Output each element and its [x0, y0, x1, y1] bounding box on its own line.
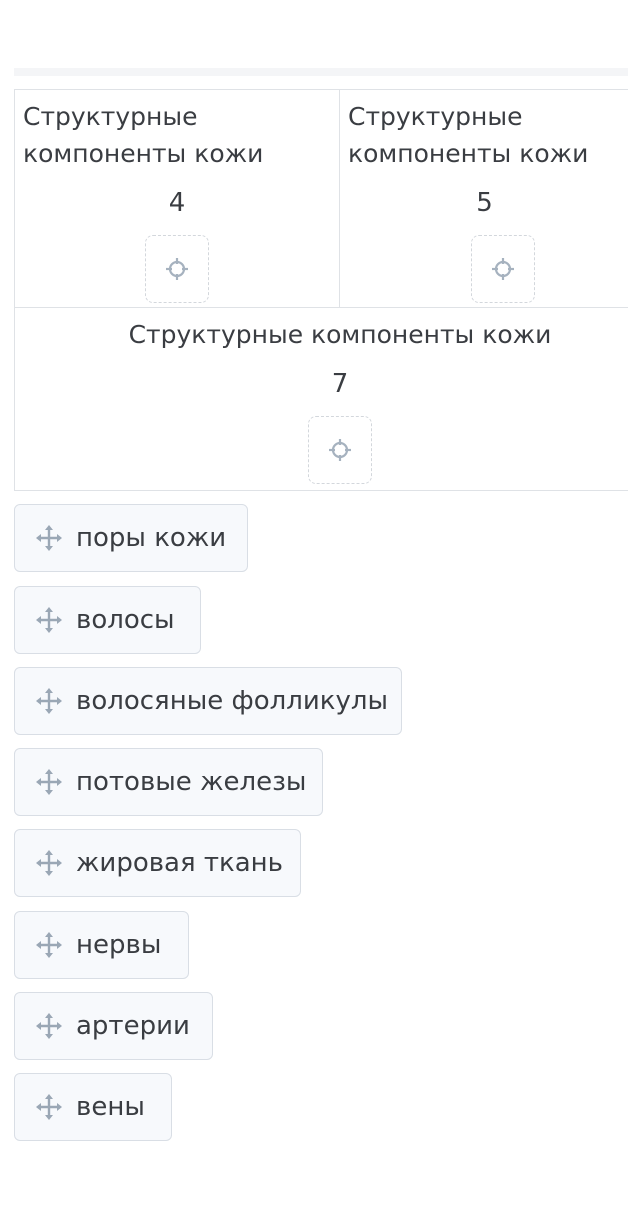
- crosshair-icon: [329, 439, 351, 461]
- crosshair-icon: [166, 258, 188, 280]
- item-label: артерии: [76, 1011, 190, 1041]
- move-arrows-icon: [34, 930, 64, 960]
- item-label: нервы: [76, 930, 162, 960]
- drop-zone[interactable]: [471, 235, 535, 303]
- category-title: Структурные компоненты кожи: [128, 320, 552, 349]
- draggable-item[interactable]: волосы: [14, 586, 201, 654]
- category-number: 7: [331, 369, 349, 399]
- draggable-item[interactable]: нервы: [14, 911, 189, 979]
- category-title: Структурные компоненты кожи: [348, 102, 589, 168]
- move-arrows-icon: [34, 1092, 64, 1122]
- draggable-item[interactable]: поры кожи: [14, 504, 248, 572]
- move-arrows-icon: [34, 523, 64, 553]
- move-arrows-icon: [34, 848, 64, 878]
- draggable-item[interactable]: вены: [14, 1073, 172, 1141]
- drop-zone[interactable]: [145, 235, 209, 303]
- category-cell-7: Структурные компоненты кожи 7: [15, 308, 628, 492]
- move-arrows-icon: [34, 767, 64, 797]
- draggable-item[interactable]: жировая ткань: [14, 829, 301, 897]
- category-title: Структурные компоненты кожи: [23, 102, 264, 168]
- item-label: вены: [76, 1092, 145, 1122]
- category-number: 4: [168, 188, 186, 218]
- category-cell-5: Структурные компоненты кожи 5: [340, 90, 628, 308]
- move-arrows-icon: [34, 686, 64, 716]
- drop-zone[interactable]: [308, 416, 372, 484]
- crosshair-icon: [492, 258, 514, 280]
- item-label: жировая ткань: [76, 848, 283, 878]
- move-arrows-icon: [34, 1011, 64, 1041]
- item-label: потовые железы: [76, 767, 307, 797]
- move-arrows-icon: [34, 605, 64, 635]
- top-divider: [14, 68, 628, 76]
- draggable-item[interactable]: потовые железы: [14, 748, 323, 816]
- draggable-item[interactable]: артерии: [14, 992, 213, 1060]
- category-number: 5: [476, 188, 493, 218]
- item-label: волосы: [76, 605, 175, 635]
- category-cell-4: Структурные компоненты кожи 4: [15, 90, 340, 308]
- item-label: поры кожи: [76, 523, 227, 553]
- category-grid: Структурные компоненты кожи 4 Структурны…: [14, 89, 628, 491]
- draggable-item[interactable]: волосяные фолликулы: [14, 667, 402, 735]
- item-label: волосяные фолликулы: [76, 686, 388, 716]
